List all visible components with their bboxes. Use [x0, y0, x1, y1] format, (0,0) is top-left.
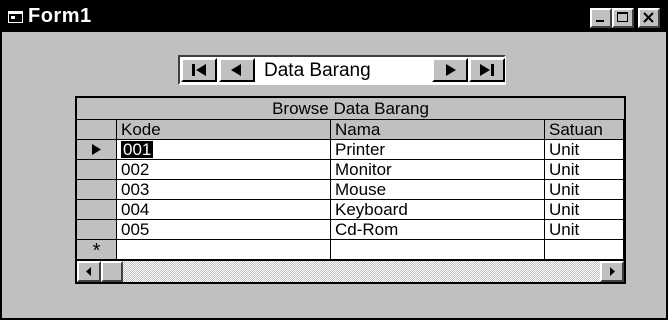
- last-record-icon: [480, 64, 494, 76]
- column-header-satuan[interactable]: Satuan: [545, 120, 624, 140]
- title-bar[interactable]: Form1: [2, 2, 666, 32]
- table-cell[interactable]: 002: [117, 160, 331, 180]
- table-cell[interactable]: Cd-Rom: [331, 220, 545, 240]
- table-cell[interactable]: Printer: [331, 140, 545, 160]
- current-row-pointer-icon: [92, 144, 101, 155]
- next-record-button[interactable]: [432, 58, 468, 82]
- form-icon: [8, 11, 23, 23]
- grid-caption: Browse Data Barang: [77, 98, 624, 120]
- table-cell[interactable]: Unit: [545, 140, 624, 160]
- data-control-caption: Data Barang: [264, 60, 371, 81]
- new-row-cell[interactable]: [117, 240, 331, 260]
- column-header-kode[interactable]: Kode: [117, 120, 331, 140]
- data-grid[interactable]: Browse Data Barang Kode Nama Satuan 001 …: [75, 96, 626, 284]
- table-cell[interactable]: Unit: [545, 220, 624, 240]
- maximize-icon: [617, 12, 628, 22]
- previous-record-icon: [231, 64, 241, 76]
- arrow-left-icon: [86, 267, 91, 276]
- last-record-button[interactable]: [469, 58, 505, 82]
- table-cell[interactable]: 001: [117, 140, 331, 160]
- row-selector[interactable]: [77, 180, 117, 200]
- maximize-button[interactable]: [612, 8, 634, 28]
- close-button[interactable]: [638, 8, 660, 28]
- table-cell[interactable]: Monitor: [331, 160, 545, 180]
- table-cell[interactable]: Unit: [545, 160, 624, 180]
- next-record-icon: [446, 64, 456, 76]
- table-cell[interactable]: Unit: [545, 200, 624, 220]
- close-icon: [643, 12, 654, 23]
- arrow-right-icon: [610, 267, 615, 276]
- row-selector-header: [77, 120, 117, 140]
- minimize-button[interactable]: [590, 8, 612, 28]
- table-cell[interactable]: Unit: [545, 180, 624, 200]
- first-record-button[interactable]: [181, 58, 217, 82]
- new-row-cell[interactable]: [331, 240, 545, 260]
- data-control: Data Barang: [178, 55, 506, 85]
- row-selector[interactable]: [77, 160, 117, 180]
- row-selector[interactable]: [77, 200, 117, 220]
- new-row-selector[interactable]: *: [77, 240, 117, 260]
- table-cell[interactable]: 004: [117, 200, 331, 220]
- column-header-nama[interactable]: Nama: [331, 120, 545, 140]
- table-cell[interactable]: Mouse: [331, 180, 545, 200]
- first-record-icon: [192, 64, 206, 76]
- row-selector[interactable]: [77, 140, 117, 160]
- table-cell[interactable]: 005: [117, 220, 331, 240]
- minimize-icon: [596, 20, 604, 22]
- table-cell[interactable]: 003: [117, 180, 331, 200]
- new-row-cell[interactable]: [545, 240, 624, 260]
- window-title: Form1: [28, 5, 92, 27]
- scroll-right-button[interactable]: [600, 261, 624, 282]
- scroll-thumb[interactable]: [101, 261, 123, 282]
- horizontal-scrollbar[interactable]: [77, 260, 624, 282]
- table-cell[interactable]: Keyboard: [331, 200, 545, 220]
- form-client-area: Data Barang Browse Data Barang Kode Nama…: [2, 32, 666, 318]
- form1-window: Form1 Data Barang Browse Data Barang Kod…: [0, 0, 668, 320]
- row-selector[interactable]: [77, 220, 117, 240]
- scroll-left-button[interactable]: [77, 261, 101, 282]
- previous-record-button[interactable]: [219, 58, 255, 82]
